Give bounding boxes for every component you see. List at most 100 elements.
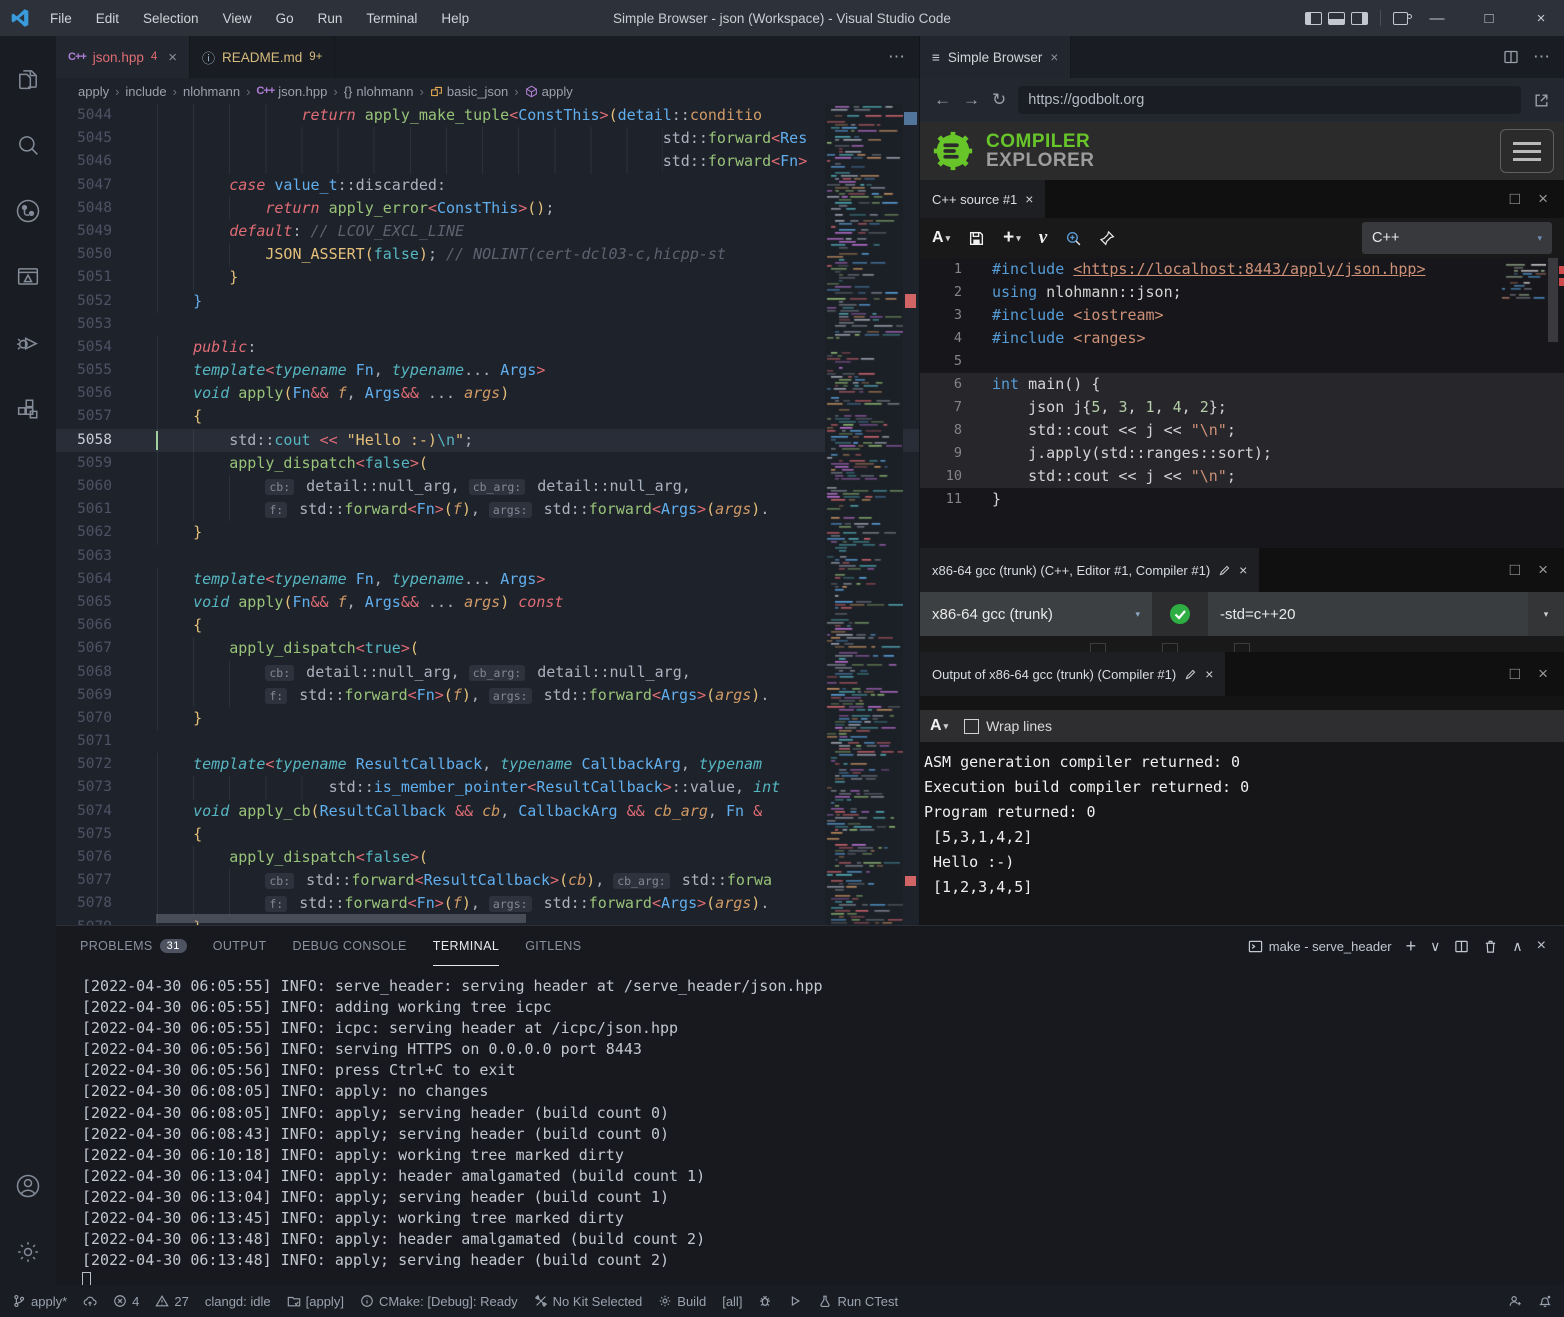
- vim-mode-icon[interactable]: v: [1039, 227, 1047, 249]
- new-terminal-icon[interactable]: +: [1406, 936, 1417, 957]
- editor-scrollbar[interactable]: [903, 104, 919, 925]
- customize-layout-icon[interactable]: [1393, 12, 1408, 25]
- panel-maximize-icon[interactable]: ∧: [1512, 938, 1522, 955]
- language-select[interactable]: C++▾: [1362, 222, 1552, 254]
- close-pane-icon[interactable]: ×: [1538, 560, 1548, 580]
- maximize-button[interactable]: □: [1466, 0, 1512, 36]
- breadcrumb-item-apply[interactable]: apply: [525, 84, 573, 99]
- editor-scrollbar[interactable]: [1548, 258, 1558, 342]
- back-icon[interactable]: ←: [934, 90, 951, 110]
- add-pane-button[interactable]: +▾: [1003, 227, 1021, 249]
- breadcrumb-item-json.hpp[interactable]: C++json.hpp: [256, 84, 327, 99]
- godbolt-source-editor[interactable]: 1#include <https://localhost:8443/apply/…: [920, 258, 1564, 548]
- status-item-bell[interactable]: [1538, 1294, 1552, 1308]
- minimap[interactable]: [825, 104, 903, 925]
- panel-tab-output[interactable]: OUTPUT: [213, 926, 267, 966]
- open-external-icon[interactable]: [1533, 92, 1550, 109]
- font-size-button[interactable]: A▾: [930, 717, 948, 735]
- breadcrumb-item-apply[interactable]: apply: [78, 84, 109, 99]
- status-item-clangd-idle[interactable]: clangd: idle: [205, 1294, 271, 1309]
- search-icon[interactable]: [0, 112, 56, 178]
- toggle-secondary-sidebar-icon[interactable]: [1351, 12, 1368, 25]
- status-item-cloud[interactable]: [83, 1294, 97, 1308]
- compiler-select[interactable]: x86-64 gcc (trunk)▾: [920, 592, 1152, 636]
- more-actions-icon[interactable]: ⋯: [1533, 47, 1550, 67]
- close-icon[interactable]: ×: [1205, 666, 1213, 682]
- status-item-build[interactable]: Build: [658, 1294, 706, 1309]
- explorer-icon[interactable]: [0, 46, 56, 112]
- terminal-session[interactable]: make - serve_header: [1248, 939, 1392, 954]
- output-pane-tab[interactable]: Output of x86-64 gcc (trunk) (Compiler #…: [920, 652, 1225, 696]
- status-item-apply-[interactable]: apply*: [12, 1294, 67, 1309]
- menu-help[interactable]: Help: [431, 7, 479, 30]
- menu-edit[interactable]: Edit: [86, 7, 129, 30]
- split-editor-icon[interactable]: [1503, 49, 1519, 65]
- split-terminal-icon[interactable]: [1454, 939, 1469, 954]
- terminal-output[interactable]: [2022-04-30 06:05:55] INFO: serve_header…: [56, 966, 1564, 1285]
- panel-close-icon[interactable]: ×: [1537, 937, 1546, 955]
- status-item-person[interactable]: [1508, 1294, 1522, 1308]
- close-pane-icon[interactable]: ×: [1538, 189, 1548, 209]
- toggle-panel-icon[interactable]: [1328, 12, 1345, 25]
- horizontal-scrollbar[interactable]: [156, 914, 526, 923]
- hamburger-menu-icon[interactable]: [1500, 129, 1554, 173]
- account-icon[interactable]: [0, 1153, 56, 1219]
- breadcrumb-item-nlohmann[interactable]: {}nlohmann: [344, 84, 414, 99]
- url-input[interactable]: https://godbolt.org: [1018, 86, 1521, 114]
- status-item--all-[interactable]: [all]: [722, 1294, 742, 1309]
- status-item-play[interactable]: [788, 1294, 802, 1308]
- breadcrumb-item-include[interactable]: include: [125, 84, 166, 99]
- status-item--apply-[interactable]: [apply]: [287, 1294, 344, 1309]
- source-control-icon[interactable]: [0, 178, 56, 244]
- more-actions-icon[interactable]: ⋯: [874, 36, 919, 78]
- menu-selection[interactable]: Selection: [133, 7, 209, 30]
- maximize-pane-icon[interactable]: □: [1510, 560, 1520, 580]
- reload-icon[interactable]: ↻: [992, 90, 1006, 110]
- panel-tab-terminal[interactable]: TERMINAL: [433, 926, 499, 966]
- rename-pencil-icon[interactable]: [1218, 564, 1231, 577]
- pin-cursor-icon[interactable]: [1100, 230, 1117, 247]
- code-editor[interactable]: 5044 return apply_make_tuple<ConstThis>(…: [56, 104, 919, 925]
- tab-readme-md[interactable]: ⓘ README.md 9+: [190, 36, 335, 78]
- breadcrumb-item-basic_json[interactable]: basic_json: [430, 84, 508, 99]
- panel-tab-problems[interactable]: PROBLEMS31: [80, 926, 187, 966]
- status-item-bug[interactable]: [758, 1294, 772, 1308]
- toggle-sidebar-icon[interactable]: [1305, 12, 1322, 25]
- close-button[interactable]: ×: [1518, 0, 1564, 36]
- menu-view[interactable]: View: [213, 7, 262, 30]
- rename-pencil-icon[interactable]: [1184, 668, 1197, 681]
- source-pane-tab[interactable]: C++ source #1 ×: [920, 180, 1045, 218]
- options-dropdown-icon[interactable]: ▾: [1528, 609, 1564, 620]
- extensions-icon[interactable]: [0, 376, 56, 442]
- close-icon[interactable]: ×: [1025, 191, 1033, 207]
- settings-gear-icon[interactable]: [0, 1219, 56, 1285]
- tab-simple-browser[interactable]: ≡ Simple Browser ×: [920, 36, 1071, 78]
- close-tab-icon[interactable]: ×: [1050, 50, 1058, 65]
- close-icon[interactable]: ×: [1239, 562, 1247, 578]
- minimize-button[interactable]: —: [1414, 0, 1460, 36]
- breadcrumb-item-nlohmann[interactable]: nlohmann: [183, 84, 240, 99]
- forward-icon[interactable]: →: [963, 90, 980, 110]
- maximize-pane-icon[interactable]: □: [1510, 189, 1520, 209]
- menu-go[interactable]: Go: [266, 7, 304, 30]
- wrap-lines-checkbox[interactable]: [964, 719, 979, 734]
- menu-run[interactable]: Run: [308, 7, 353, 30]
- kill-terminal-icon[interactable]: [1483, 939, 1498, 954]
- window-warning-icon[interactable]: [0, 244, 56, 310]
- panel-tab-debug-console[interactable]: DEBUG CONSOLE: [293, 926, 407, 966]
- close-pane-icon[interactable]: ×: [1538, 664, 1548, 684]
- status-item-27[interactable]: 27: [155, 1294, 188, 1309]
- menu-file[interactable]: File: [40, 7, 82, 30]
- save-icon[interactable]: [968, 230, 985, 247]
- panel-tab-gitlens[interactable]: GITLENS: [525, 926, 581, 966]
- status-item-no-kit-selected[interactable]: No Kit Selected: [534, 1294, 643, 1309]
- run-and-debug-icon[interactable]: [0, 310, 56, 376]
- compiler-options-input[interactable]: -std=c++20: [1208, 592, 1528, 636]
- menu-terminal[interactable]: Terminal: [356, 7, 427, 30]
- zoom-search-icon[interactable]: [1065, 230, 1082, 247]
- maximize-pane-icon[interactable]: □: [1510, 664, 1520, 684]
- status-item-run-ctest[interactable]: Run CTest: [818, 1294, 898, 1309]
- close-tab-icon[interactable]: ×: [168, 49, 177, 66]
- status-item-4[interactable]: 4: [113, 1294, 139, 1309]
- compiler-pane-tab[interactable]: x86-64 gcc (trunk) (C++, Editor #1, Comp…: [920, 548, 1259, 592]
